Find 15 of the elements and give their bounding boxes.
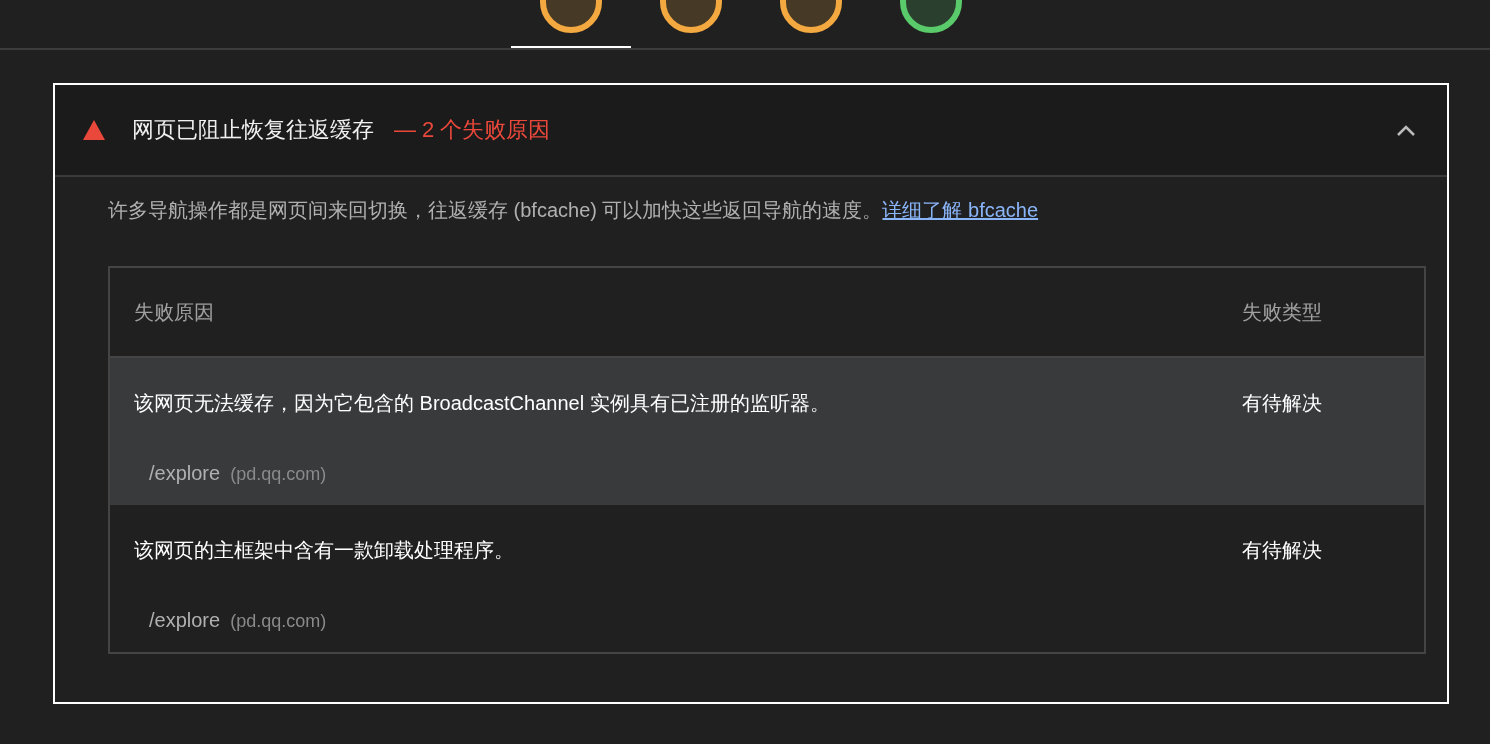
- failure-type: 有待解决: [1242, 391, 1323, 416]
- collapse-chevron-icon[interactable]: [1395, 123, 1417, 137]
- url-path: /explore: [149, 609, 221, 632]
- failure-reason: 该网页无法缓存，因为它包含的 BroadcastChannel 实例具有已注册的监听器。: [133, 391, 831, 416]
- failure-type: 有待解决: [1242, 538, 1323, 563]
- learn-more-link[interactable]: 详细了解 bfcache: [882, 199, 1039, 221]
- table-row[interactable]: 该网页的主框架中含有一款卸载处理程序。 /explore (pd.qq.com) 有待解决: [109, 505, 1425, 653]
- url-host: (pd.qq.com): [230, 611, 327, 632]
- description-text: 许多导航操作都是网页间来回切换，往返缓存 (bfcache) 可以加快这些返回导航的速度。详细了解 bfcache: [108, 198, 1040, 223]
- warning-triangle-icon: [83, 120, 105, 140]
- failure-reason: 该网页的主框架中含有一款卸载处理程序。: [133, 538, 515, 563]
- url-path: /explore: [149, 462, 221, 485]
- url-host: (pd.qq.com): [230, 464, 327, 485]
- panel-title: 网页已阻止恢复往返缓存: [132, 116, 374, 144]
- failure-count: — 2 个失败原因: [394, 116, 551, 144]
